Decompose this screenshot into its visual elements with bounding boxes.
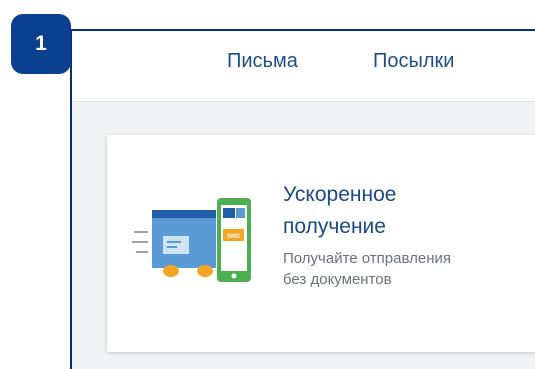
nav-letters-link[interactable]: Письма — [227, 50, 298, 73]
top-navigation: Письма Посылки — [72, 31, 535, 102]
card-title-line-1: Ускоренное — [283, 183, 397, 206]
annotation-frame-left — [70, 29, 72, 369]
sms-label: SMS — [227, 234, 240, 240]
step-number-badge: 1 — [11, 14, 71, 74]
parcel-truck-phone-icon: SMS — [132, 198, 251, 282]
web-page: Письма Посылки SMS Ускоренное получение … — [72, 31, 535, 369]
card-title: Ускоренное получение — [283, 179, 533, 243]
card-title-line-2: получение — [283, 215, 386, 238]
nav-parcels-link[interactable]: Посылки — [373, 50, 454, 73]
screenshot-stage: Письма Посылки SMS Ускоренное получение … — [0, 0, 535, 369]
card-description-line-1: Получайте отправления — [283, 250, 451, 267]
card-description: Получайте отправления без документов — [283, 248, 535, 290]
card-description-line-2: без документов — [283, 271, 392, 288]
annotation-frame-top — [72, 29, 535, 31]
fast-receipt-card[interactable]: SMS Ускоренное получение Получайте отпра… — [107, 135, 535, 352]
